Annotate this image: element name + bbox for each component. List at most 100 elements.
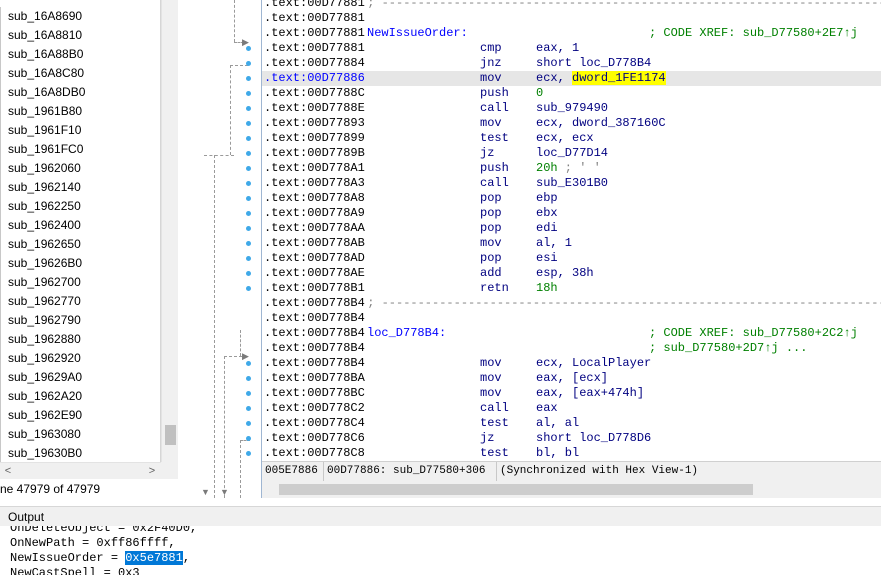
operand[interactable]: al, 1 [536, 236, 572, 251]
operand[interactable]: 0 [536, 86, 543, 101]
disasm-line[interactable]: .text:00D778B4 [262, 311, 881, 326]
disasm-line[interactable]: .text:00D778AD pop esi [262, 251, 881, 266]
xref-comment[interactable]: ; CODE XREF: sub_D77580+2E7↑j [649, 26, 858, 41]
disasm-line[interactable]: .text:00D77881 NewIssueOrder: ; CODE XREF:… [262, 26, 881, 41]
breakpoint-dot-icon[interactable] [246, 241, 251, 246]
function-list-item[interactable]: sub_1962920 [0, 349, 160, 368]
operand[interactable]: ecx, dword_1FE1174 [536, 71, 666, 86]
breakpoint-dot-icon[interactable] [246, 391, 251, 396]
disasm-line[interactable]: .text:00D778A1 push 20h ; ' ' [262, 161, 881, 176]
function-list-item[interactable]: sub_1962E90 [0, 406, 160, 425]
disasm-line[interactable]: .text:00D778B1 retn 18h [262, 281, 881, 296]
disasm-line[interactable]: .text:00D7788E call sub_979490 [262, 101, 881, 116]
disasm-line[interactable]: .text:00D778B4 ; -----------------------… [262, 296, 881, 311]
disasm-line[interactable]: .text:00D778A8 pop ebp [262, 191, 881, 206]
function-list-item[interactable]: sub_1962400 [0, 216, 160, 235]
function-list-item[interactable]: sub_1962770 [0, 292, 160, 311]
function-list-item[interactable]: sub_16A8690 [0, 7, 160, 26]
operand[interactable]: loc_D77D14 [536, 146, 608, 161]
function-list-item[interactable]: sub_1962650 [0, 235, 160, 254]
highlighted-operand[interactable]: dword_1FE1174 [572, 71, 666, 85]
operand[interactable]: edi [536, 221, 558, 236]
operand[interactable]: al, al [536, 416, 579, 431]
disasm-line[interactable]: .text:00D7789B jz loc_D77D14 [262, 146, 881, 161]
operand[interactable]: 18h [536, 281, 558, 296]
operand[interactable]: eax, 1 [536, 41, 579, 56]
breakpoint-dot-icon[interactable] [246, 271, 251, 276]
scroll-right-arrow-icon[interactable]: > [144, 463, 160, 480]
breakpoint-dot-icon[interactable] [246, 151, 251, 156]
breakpoint-dot-icon[interactable] [246, 226, 251, 231]
code-label[interactable]: NewIssueOrder: [367, 26, 468, 41]
operand[interactable]: ecx, LocalPlayer [536, 356, 651, 371]
function-list-item[interactable]: sub_1962140 [0, 178, 160, 197]
function-list-item[interactable]: sub_1961B80 [0, 102, 160, 121]
function-list-item[interactable]: sub_16A8810 [0, 26, 160, 45]
operand[interactable]: 20h ; ' ' [536, 161, 601, 176]
disasm-line[interactable]: .text:00D77884 jnz short loc_D778B4 [262, 56, 881, 71]
disasm-line[interactable]: .text:00D778C8 test bl, bl [262, 446, 881, 461]
operand[interactable]: short loc_D778B4 [536, 56, 651, 71]
disassembly-view[interactable]: .text:00D77881 ; -----------------------… [261, 0, 881, 498]
disasm-line[interactable]: .text:00D77899 test ecx, ecx [262, 131, 881, 146]
output-panel[interactable]: OnDeleteObject = 0x2F40D0, OnNewPath = 0… [0, 526, 881, 575]
function-list-item[interactable]: sub_1962060 [0, 159, 160, 178]
code-label[interactable]: loc_D778B4: [367, 326, 446, 341]
breakpoint-dot-icon[interactable] [246, 256, 251, 261]
breakpoint-dot-icon[interactable] [246, 421, 251, 426]
breakpoint-dot-icon[interactable] [246, 406, 251, 411]
function-list-item[interactable]: sub_1962790 [0, 311, 160, 330]
function-list-item[interactable]: sub_1961FC0 [0, 140, 160, 159]
breakpoint-dot-icon[interactable] [246, 61, 251, 66]
function-list-item[interactable]: sub_1962700 [0, 273, 160, 292]
operand[interactable]: ecx, ecx [536, 131, 594, 146]
operand[interactable]: eax [536, 401, 558, 416]
breakpoint-dot-icon[interactable] [246, 211, 251, 216]
operand[interactable]: eax, [eax+474h] [536, 386, 644, 401]
disasm-line[interactable]: .text:00D77893 mov ecx, dword_387160C [262, 116, 881, 131]
operand[interactable]: ecx, dword_387160C [536, 116, 666, 131]
function-list-item[interactable]: sub_16A8C80 [0, 64, 160, 83]
xref-comment[interactable]: ; sub_D77580+2D7↑j ... [649, 341, 807, 356]
breakpoint-dot-icon[interactable] [246, 196, 251, 201]
operand[interactable]: eax, [ecx] [536, 371, 608, 386]
disasm-line[interactable]: .text:00D778BC mov eax, [eax+474h] [262, 386, 881, 401]
breakpoint-dot-icon[interactable] [246, 286, 251, 291]
disasm-line[interactable]: .text:00D778AA pop edi [262, 221, 881, 236]
operand[interactable]: ebx [536, 206, 558, 221]
disasm-line[interactable]: .text:00D778B4 loc_D778B4: ; CODE XREF: su… [262, 326, 881, 341]
output-panel-title[interactable]: Output [0, 506, 881, 526]
disasm-line[interactable]: .text:00D778C2 call eax [262, 401, 881, 416]
function-list-item[interactable]: sub_19629A0 [0, 368, 160, 387]
breakpoint-dot-icon[interactable] [246, 376, 251, 381]
disassembly-horizontal-scroll-thumb[interactable] [279, 484, 753, 495]
breakpoint-dot-icon[interactable] [246, 121, 251, 126]
disasm-line[interactable]: .text:00D778A3 call sub_E301B0 [262, 176, 881, 191]
breakpoint-dot-icon[interactable] [246, 76, 251, 81]
breakpoint-dot-icon[interactable] [246, 181, 251, 186]
functions-vertical-scrollbar[interactable] [161, 0, 178, 462]
disasm-line[interactable]: .text:00D778C6 jz short loc_D778D6 [262, 431, 881, 446]
function-list-item[interactable]: sub_1962250 [0, 197, 160, 216]
breakpoint-dot-icon[interactable] [246, 436, 251, 441]
operand[interactable]: bl, bl [536, 446, 579, 461]
breakpoint-dot-icon[interactable] [246, 106, 251, 111]
breakpoint-dot-icon[interactable] [246, 91, 251, 96]
disasm-line[interactable]: .text:00D778B4 ; sub_D77580+2D7↑j ... [262, 341, 881, 356]
disasm-line[interactable]: .text:00D778AE add esp, 38h [262, 266, 881, 281]
operand[interactable]: esp, 38h [536, 266, 594, 281]
operand[interactable]: esi [536, 251, 558, 266]
xref-comment[interactable]: ; CODE XREF: sub_D77580+2C2↑j [649, 326, 858, 341]
breakpoint-dot-icon[interactable] [246, 166, 251, 171]
function-list-item[interactable]: sub_16A88B0 [0, 45, 160, 64]
function-list-item[interactable]: sub_1961F10 [0, 121, 160, 140]
output-selected-text[interactable]: 0x5e7881 [125, 551, 183, 565]
disasm-line[interactable]: .text:00D77881 ; -----------------------… [262, 0, 881, 11]
breakpoint-dot-icon[interactable] [246, 451, 251, 456]
operand[interactable]: sub_E301B0 [536, 176, 608, 191]
disasm-line[interactable]: .text:00D77881 cmp eax, 1 [262, 41, 881, 56]
breakpoint-dot-icon[interactable] [246, 361, 251, 366]
functions-horizontal-scrollbar[interactable]: < > [0, 462, 161, 479]
scroll-left-arrow-icon[interactable]: < [0, 463, 16, 480]
function-list-item[interactable]: sub_1962A20 [0, 387, 160, 406]
